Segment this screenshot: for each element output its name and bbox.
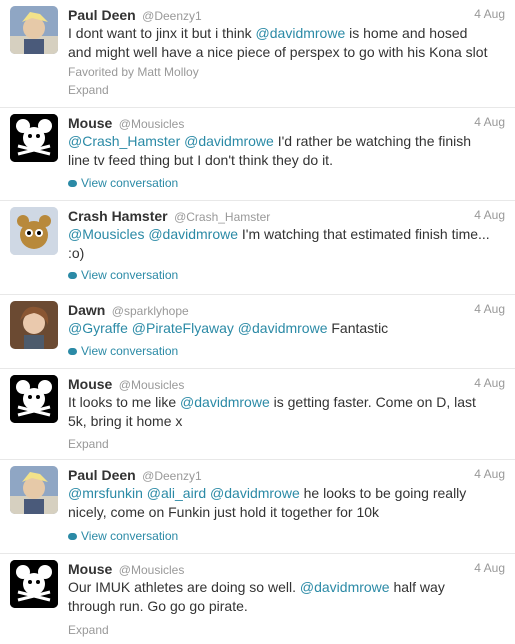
tweet-header: Mouse @Mousicles 4 Aug xyxy=(68,561,505,579)
mention-link[interactable]: @davidmrowe xyxy=(184,133,274,149)
tweet-item[interactable]: Dawn @sparklyhope 4 Aug @Gyraffe @Pirate… xyxy=(0,295,515,369)
avatar[interactable] xyxy=(10,375,58,423)
author-handle[interactable]: @sparklyhope xyxy=(112,304,189,318)
tweet-text: @Gyraffe @PirateFlyaway @davidmrowe Fant… xyxy=(68,320,389,336)
paul-avatar-icon xyxy=(10,466,58,514)
tweet-text: @Crash_Hamster @davidmrowe I'd rather be… xyxy=(68,133,472,168)
author-handle[interactable]: @Mousicles xyxy=(119,117,185,131)
mention-link[interactable]: @mrsfunkin xyxy=(68,485,143,501)
tweet-item[interactable]: Mouse @Mousicles 4 Aug Our IMUK athletes… xyxy=(0,554,515,644)
mention-link[interactable]: @Gyraffe xyxy=(68,320,128,336)
avatar[interactable] xyxy=(10,207,58,255)
mention-link[interactable]: @ali_aird xyxy=(147,485,206,501)
speech-bubble-icon xyxy=(68,348,77,355)
tweet-header: Mouse @Mousicles 4 Aug xyxy=(68,376,505,394)
tweet-text: It looks to me like @davidmrowe is getti… xyxy=(68,394,476,429)
timestamp[interactable]: 4 Aug xyxy=(474,467,505,481)
view-conversation-link[interactable]: View conversation xyxy=(68,267,178,283)
mention-link[interactable]: @davidmrowe xyxy=(256,25,346,41)
mention-link[interactable]: @davidmrowe xyxy=(148,226,238,242)
mention-link[interactable]: @davidmrowe xyxy=(180,394,270,410)
mention-link[interactable]: @davidmrowe xyxy=(238,320,328,336)
speech-bubble-icon xyxy=(68,180,77,187)
avatar[interactable] xyxy=(10,114,58,162)
author-name[interactable]: Paul Deen xyxy=(68,467,136,483)
tweet-text: Our IMUK athletes are doing so well. @da… xyxy=(68,579,445,614)
timestamp[interactable]: 4 Aug xyxy=(474,376,505,390)
author-name[interactable]: Dawn xyxy=(68,302,105,318)
timestamp[interactable]: 4 Aug xyxy=(474,302,505,316)
timestamp[interactable]: 4 Aug xyxy=(474,208,505,222)
expand-link[interactable]: Expand xyxy=(68,82,109,98)
mouse-pirate-avatar-icon xyxy=(10,114,58,162)
mention-link[interactable]: @Crash_Hamster xyxy=(68,133,180,149)
expand-link[interactable]: Expand xyxy=(68,436,109,452)
expand-link[interactable]: Expand xyxy=(68,622,109,638)
paul-avatar-icon xyxy=(10,6,58,54)
author-name[interactable]: Paul Deen xyxy=(68,7,136,23)
tweet-header: Paul Deen @Deenzy1 4 Aug xyxy=(68,467,505,485)
mention-link[interactable]: @PirateFlyaway xyxy=(132,320,234,336)
tweet-header: Crash Hamster @Crash_Hamster 4 Aug xyxy=(68,208,505,226)
author-handle[interactable]: @Mousicles xyxy=(119,563,185,577)
avatar[interactable] xyxy=(10,301,58,349)
author-handle[interactable]: @Crash_Hamster xyxy=(174,210,270,224)
tweet-item[interactable]: Mouse @Mousicles 4 Aug It looks to me li… xyxy=(0,369,515,460)
tweet-header: Mouse @Mousicles 4 Aug xyxy=(68,115,505,133)
author-handle[interactable]: @Mousicles xyxy=(119,378,185,392)
timestamp[interactable]: 4 Aug xyxy=(474,7,505,21)
avatar[interactable] xyxy=(10,6,58,54)
tweet-item[interactable]: Mouse @Mousicles 4 Aug @Crash_Hamster @d… xyxy=(0,108,515,201)
tweet-text: @Mousicles @davidmrowe I'm watching that… xyxy=(68,226,490,261)
tweet-header: Paul Deen @Deenzy1 4 Aug xyxy=(68,7,505,25)
speech-bubble-icon xyxy=(68,272,77,279)
tweet-item[interactable]: Crash Hamster @Crash_Hamster 4 Aug @Mous… xyxy=(0,201,515,295)
view-conversation-link[interactable]: View conversation xyxy=(68,528,178,544)
mouse-pirate-avatar-icon xyxy=(10,560,58,608)
view-conversation-link[interactable]: View conversation xyxy=(68,175,178,191)
avatar[interactable] xyxy=(10,560,58,608)
tweet-feed: Paul Deen @Deenzy1 4 Aug I dont want to … xyxy=(0,0,515,644)
author-name[interactable]: Crash Hamster xyxy=(68,208,168,224)
timestamp[interactable]: 4 Aug xyxy=(474,561,505,575)
hamster-avatar-icon xyxy=(10,207,58,255)
mention-link[interactable]: @Mousicles xyxy=(68,226,144,242)
tweet-header: Dawn @sparklyhope 4 Aug xyxy=(68,302,505,320)
tweet-text: @mrsfunkin @ali_aird @davidmrowe he look… xyxy=(68,485,467,520)
timestamp[interactable]: 4 Aug xyxy=(474,115,505,129)
author-name[interactable]: Mouse xyxy=(68,115,112,131)
author-name[interactable]: Mouse xyxy=(68,561,112,577)
view-conversation-link[interactable]: View conversation xyxy=(68,343,178,359)
tweet-text: I dont want to jinx it but i think @davi… xyxy=(68,25,488,60)
favorited-note: Favorited by Matt Molloy xyxy=(68,65,199,79)
avatar[interactable] xyxy=(10,466,58,514)
tweet-item[interactable]: Paul Deen @Deenzy1 4 Aug @mrsfunkin @ali… xyxy=(0,460,515,554)
mention-link[interactable]: @davidmrowe xyxy=(300,579,390,595)
tweet-item[interactable]: Paul Deen @Deenzy1 4 Aug I dont want to … xyxy=(0,0,515,108)
author-handle[interactable]: @Deenzy1 xyxy=(142,9,202,23)
speech-bubble-icon xyxy=(68,533,77,540)
author-handle[interactable]: @Deenzy1 xyxy=(142,469,202,483)
dawn-avatar-icon xyxy=(10,301,58,349)
mention-link[interactable]: @davidmrowe xyxy=(210,485,300,501)
mouse-pirate-avatar-icon xyxy=(10,375,58,423)
author-name[interactable]: Mouse xyxy=(68,376,112,392)
